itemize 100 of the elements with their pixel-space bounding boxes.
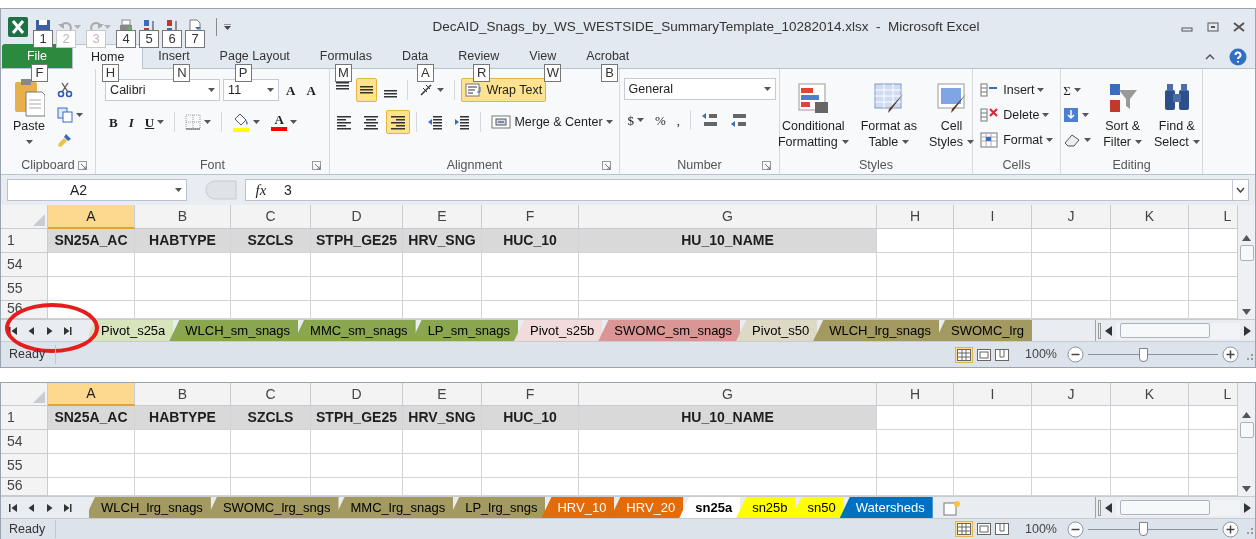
table-cell[interactable] <box>1111 277 1189 301</box>
toolbar-button[interactable]: Σ <box>1059 78 1085 102</box>
table-cell[interactable]: HU_10_NAME <box>579 406 877 430</box>
table-cell[interactable] <box>482 454 579 478</box>
table-cell[interactable] <box>877 430 954 454</box>
customize-button[interactable] <box>224 24 231 30</box>
table-cell[interactable] <box>482 430 579 454</box>
ribbon-button[interactable]: Cell Styles <box>925 78 979 156</box>
table-cell[interactable] <box>48 277 135 301</box>
zoom-slider[interactable] <box>1088 347 1218 362</box>
ribbon-button[interactable]: Format as Table <box>856 78 921 156</box>
table-cell[interactable] <box>135 253 231 277</box>
toolbar-button[interactable]: I <box>124 110 138 134</box>
dropdown-field[interactable]: 11 <box>223 79 280 101</box>
toolbar-button[interactable]: B <box>105 110 122 134</box>
sheet-tab[interactable]: SWOMC_sm_snags <box>598 320 741 341</box>
table-cell[interactable] <box>954 253 1032 277</box>
table-cell[interactable] <box>1111 253 1189 277</box>
table-cell[interactable] <box>135 277 231 301</box>
sheet-tab[interactable]: sn25b <box>736 497 796 518</box>
sheet-tab[interactable]: Pivot_s25a <box>89 320 174 341</box>
toolbar-button[interactable]: % <box>651 108 670 132</box>
ribbon-button[interactable]: Format <box>976 128 1057 152</box>
table-cell[interactable] <box>1111 454 1189 478</box>
formula-field[interactable]: fx 3 <box>245 179 1249 201</box>
table-cell[interactable] <box>877 406 954 430</box>
table-cell[interactable] <box>311 253 403 277</box>
ribbon-button[interactable]: Sort & Filter <box>1099 78 1146 156</box>
table-cell[interactable]: HU_10_NAME <box>579 229 877 253</box>
toolbar-button[interactable]: U <box>140 110 169 134</box>
table-cell[interactable]: SZCLS <box>231 229 311 253</box>
table-cell[interactable] <box>482 253 579 277</box>
slider-thumb[interactable] <box>1138 347 1148 362</box>
table-cell[interactable] <box>954 229 1032 253</box>
sheet-tab[interactable]: WLCH_lrg_snags <box>89 497 211 518</box>
table-cell[interactable] <box>135 454 231 478</box>
toolbar-button[interactable]: , <box>672 108 685 132</box>
table-cell[interactable] <box>579 277 877 301</box>
row-header[interactable]: 54 <box>1 253 48 277</box>
next-sheet-icon[interactable] <box>45 325 54 336</box>
sheet-tab[interactable]: WLCH_lrg_snags <box>813 320 940 341</box>
table-cell[interactable] <box>1032 277 1111 301</box>
sheet-tab[interactable]: sn25a <box>679 497 741 518</box>
row-header[interactable]: 56 <box>1 478 48 496</box>
table-cell[interactable] <box>1032 229 1111 253</box>
toolbar-button[interactable]: $ <box>623 108 648 132</box>
table-cell[interactable]: HUC_10 <box>482 406 579 430</box>
table-cell[interactable] <box>877 253 954 277</box>
scroll-thumb[interactable] <box>1120 323 1210 338</box>
table-cell[interactable] <box>877 277 954 301</box>
toolbar-button[interactable]: A <box>267 110 302 134</box>
column-header[interactable]: J <box>1032 205 1111 229</box>
name-box[interactable]: A2 <box>7 179 187 201</box>
table-cell[interactable] <box>579 253 877 277</box>
last-sheet-icon[interactable] <box>63 325 72 336</box>
table-cell[interactable] <box>311 454 403 478</box>
table-cell[interactable] <box>1111 430 1189 454</box>
previous-sheet-icon[interactable] <box>27 502 36 513</box>
dropdown-field[interactable]: General <box>623 78 776 100</box>
table-cell[interactable] <box>231 454 311 478</box>
sheet-tab[interactable]: Watersheds <box>839 497 933 518</box>
table-cell[interactable]: STPH_GE25 <box>311 406 403 430</box>
ribbon-button[interactable]: Conditional Formatting <box>773 78 853 156</box>
column-header[interactable]: H <box>877 205 954 229</box>
zoom-slider[interactable] <box>1088 522 1218 536</box>
row-header[interactable]: 55 <box>1 454 48 478</box>
table-cell[interactable]: HUC_10 <box>482 229 579 253</box>
table-cell[interactable]: HABTYPE <box>135 406 231 430</box>
table-cell[interactable] <box>403 253 482 277</box>
table-cell[interactable]: HABTYPE <box>135 229 231 253</box>
ribbon-button[interactable]: Merge & Center <box>487 110 617 134</box>
table-cell[interactable] <box>1032 430 1111 454</box>
table-cell[interactable] <box>48 430 135 454</box>
table-cell[interactable] <box>954 406 1032 430</box>
dropdown-field[interactable]: Calibri <box>105 79 221 101</box>
column-header[interactable]: A <box>48 383 135 406</box>
ribbon-button[interactable]: Find & Select <box>1150 78 1204 156</box>
table-cell[interactable] <box>48 454 135 478</box>
table-cell[interactable] <box>135 430 231 454</box>
vertical-scrollbar[interactable] <box>1237 383 1255 496</box>
scroll-thumb[interactable] <box>1239 422 1254 438</box>
table-cell[interactable]: SZCLS <box>231 406 311 430</box>
table-cell[interactable]: HRV_SNG <box>403 229 482 253</box>
column-header[interactable]: K <box>1111 205 1189 229</box>
scroll-thumb[interactable] <box>1120 500 1210 515</box>
expand-button[interactable] <box>1232 180 1248 200</box>
row-header[interactable]: 54 <box>1 430 48 454</box>
table-cell[interactable] <box>579 430 877 454</box>
table-cell[interactable] <box>1032 454 1111 478</box>
sheet-tab[interactable]: WLCH_sm_snags <box>169 320 299 341</box>
table-cell[interactable] <box>231 253 311 277</box>
first-sheet-icon[interactable] <box>9 325 18 336</box>
table-cell[interactable] <box>579 454 877 478</box>
sheet-tab[interactable]: Pivot_s25b <box>514 320 603 341</box>
toolbar-button[interactable]: A <box>282 78 300 102</box>
row-header[interactable]: 1 <box>1 406 48 430</box>
column-header[interactable]: K <box>1111 383 1189 406</box>
column-header[interactable]: H <box>877 383 954 406</box>
table-cell[interactable] <box>311 430 403 454</box>
table-cell[interactable] <box>231 430 311 454</box>
